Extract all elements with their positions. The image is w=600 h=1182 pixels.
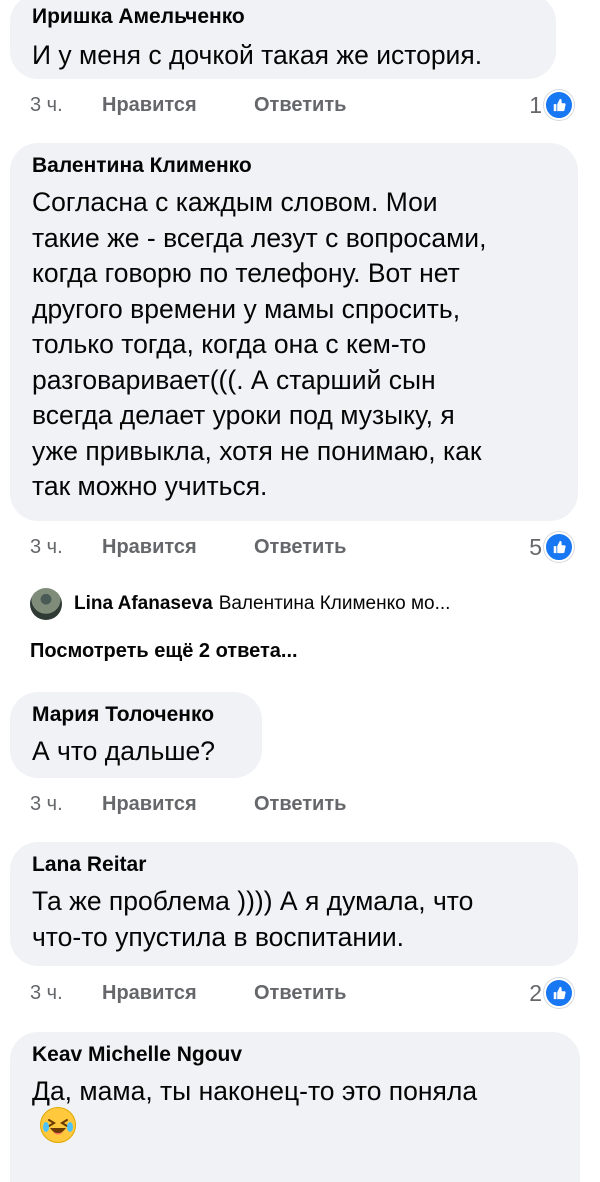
comment-author[interactable]: Keav Michelle Ngouv	[32, 1042, 558, 1068]
comment-bubble-2: Валентина Клименко Согласна с каждым сло…	[10, 143, 578, 521]
comment-time[interactable]: 3 ч.	[30, 790, 102, 818]
like-button[interactable]: Нравится	[102, 790, 254, 818]
reply-button[interactable]: Ответить	[254, 790, 346, 818]
reply-snippet: Валентина Клименко мо...	[218, 593, 451, 614]
comment-bubble-5: Keav Michelle Ngouv Да, мама, ты наконец…	[10, 1032, 580, 1182]
comment-actions: 3 ч. Нравится Ответить	[30, 979, 346, 1007]
comment-text: Согласна с каждым словом. Мои такие же -…	[32, 185, 556, 505]
like-button[interactable]: Нравится	[102, 91, 254, 119]
comment-author[interactable]: Валентина Клименко	[32, 153, 556, 179]
comment-author[interactable]: Мария Толоченко	[32, 702, 240, 728]
comment-text-line: другого времени у мамы спросить,	[32, 293, 461, 324]
comment-author[interactable]: Иришка Амельченко	[32, 4, 534, 30]
comment-text: Да, мама, ты наконец-то это поняла	[32, 1074, 558, 1110]
comment-bubble-4: Lana Reitar Та же проблема )))) А я дума…	[10, 842, 578, 966]
comment-bubble-3: Мария Толоченко А что дальше?	[10, 692, 262, 778]
comment-text-line: что-то упустила в воспитании.	[32, 921, 404, 952]
reaction-count[interactable]: 2	[529, 978, 574, 1008]
comment-text-line: всегда делает уроки под музыку, я	[32, 400, 455, 430]
comment-text-line: Да, мама, ты наконец-то это поняла	[32, 1076, 478, 1106]
comment-text-line: уже привыкла, хотя не понимаю, как	[32, 435, 482, 466]
reply-button[interactable]: Ответить	[254, 533, 346, 561]
comment-text-line: А что дальше?	[32, 736, 215, 766]
comment-text: А что дальше?	[32, 734, 240, 770]
avatar[interactable]	[30, 588, 62, 620]
like-button[interactable]: Нравится	[102, 533, 254, 561]
comment-author[interactable]: Lana Reitar	[32, 852, 556, 878]
reply-author[interactable]: Lina Afanaseva	[74, 593, 213, 615]
comment-text: И у меня с дочкой такая же история.	[32, 38, 534, 74]
comment-text-line: такие же - всегда лезут с вопросами,	[32, 222, 487, 253]
comment-time[interactable]: 3 ч.	[30, 91, 102, 119]
comment-actions: 3 ч. Нравится Ответить	[30, 533, 346, 561]
like-button[interactable]: Нравится	[102, 979, 254, 1007]
view-more-replies-link[interactable]: Посмотреть ещё 2 ответа...	[30, 640, 298, 663]
reply-button[interactable]: Ответить	[254, 979, 346, 1007]
reaction-number: 1	[529, 91, 542, 118]
reply-button[interactable]: Ответить	[254, 91, 346, 119]
thumbs-up-icon	[544, 90, 574, 120]
reply-preview[interactable]: Lina Afanaseva Валентина Клименко мо...	[30, 588, 450, 620]
thumbs-up-icon	[544, 532, 574, 562]
comment-time[interactable]: 3 ч.	[30, 533, 102, 561]
comment-text: Та же проблема )))) А я думала, что что-…	[32, 884, 556, 955]
reaction-count[interactable]: 5	[529, 532, 574, 562]
comment-bubble-1: Иришка Амельченко И у меня с дочкой така…	[10, 0, 556, 79]
thumbs-up-icon	[544, 978, 574, 1008]
comment-text-line: когда говорю по телефону. Вот нет	[32, 258, 460, 288]
comment-text-line: так можно учиться.	[32, 471, 268, 501]
comment-time[interactable]: 3 ч.	[30, 979, 102, 1007]
reaction-count[interactable]: 1	[529, 90, 574, 120]
laughing-emoji-icon	[40, 1107, 76, 1143]
reaction-number: 5	[529, 533, 542, 560]
comment-actions: 3 ч. Нравится Ответить	[30, 790, 346, 818]
comment-text-line: разговаривает(((. А старший сын	[32, 364, 436, 395]
reaction-number: 2	[529, 979, 542, 1006]
comment-actions: 3 ч. Нравится Ответить	[30, 91, 346, 119]
comment-text-line: Согласна с каждым словом. Мои	[32, 187, 438, 217]
comment-text-line: только тогда, когда она с кем-то	[32, 329, 427, 359]
comment-text-line: Та же проблема )))) А я думала, что	[32, 886, 474, 916]
comment-text-line: И у меня с дочкой такая же история.	[32, 40, 483, 70]
